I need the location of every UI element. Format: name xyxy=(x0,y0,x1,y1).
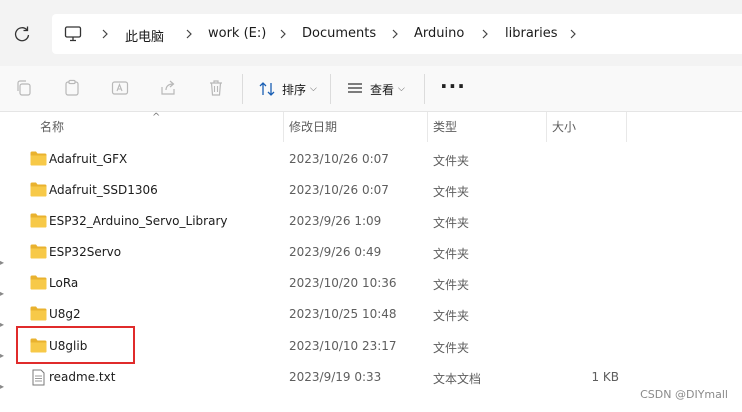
sort-button[interactable]: 排序 ⌵ xyxy=(258,78,317,100)
column-header-name[interactable]: 名称 xyxy=(40,112,64,142)
file-size: 1 KB xyxy=(591,370,619,384)
file-row[interactable]: Adafruit_GFX 2023/10/26 0:07 文件夹 xyxy=(22,144,742,175)
file-name: Adafruit_SSD1306 xyxy=(49,183,158,197)
sort-label: 排序 xyxy=(282,82,307,97)
breadcrumb-this-pc[interactable]: 此电脑 xyxy=(125,26,164,45)
file-modified-date: 2023/9/19 0:33 xyxy=(289,370,382,384)
file-name: ESP32_Arduino_Servo_Library xyxy=(49,214,228,228)
sort-ascending-icon: ^ xyxy=(152,112,161,123)
text-file-icon xyxy=(30,369,47,386)
folder-icon xyxy=(30,151,47,166)
column-divider[interactable] xyxy=(427,112,428,142)
folder-icon xyxy=(30,306,47,321)
toolbar-divider xyxy=(424,74,425,104)
nav-expand-icon[interactable]: ▸ xyxy=(0,289,6,298)
file-name: U8g2 xyxy=(49,307,81,321)
file-type: 文件夹 xyxy=(433,185,470,199)
chevron-down-icon: ⌵ xyxy=(310,84,317,94)
folder-icon xyxy=(30,213,47,228)
file-modified-date: 2023/10/26 0:07 xyxy=(289,152,389,166)
column-header: ^ 名称 修改日期 类型 大小 xyxy=(0,112,742,142)
view-label: 查看 xyxy=(370,82,395,97)
breadcrumb-arduino[interactable]: Arduino xyxy=(414,26,464,41)
chevron-down-icon: ⌵ xyxy=(398,84,405,94)
breadcrumb-chevron-icon[interactable] xyxy=(278,27,288,41)
watermark: CSDN @DIYmall xyxy=(640,388,728,401)
file-row[interactable]: ESP32Servo 2023/9/26 0:49 文件夹 xyxy=(22,237,742,268)
rename-icon[interactable] xyxy=(110,78,130,98)
breadcrumb-chevron-icon[interactable] xyxy=(100,27,110,41)
more-options-button[interactable]: ··· xyxy=(440,74,466,98)
file-row[interactable]: Adafruit_SSD1306 2023/10/26 0:07 文件夹 xyxy=(22,175,742,206)
file-row[interactable]: LoRa 2023/10/20 10:36 文件夹 xyxy=(22,268,742,299)
file-type: 文件夹 xyxy=(433,216,470,230)
breadcrumb-documents[interactable]: Documents xyxy=(302,26,376,41)
file-modified-date: 2023/10/25 10:48 xyxy=(289,307,397,321)
highlight-annotation-box xyxy=(16,326,135,364)
nav-expand-icon[interactable]: ▸ xyxy=(0,382,6,391)
file-modified-date: 2023/10/10 23:17 xyxy=(289,339,397,353)
view-list-icon xyxy=(348,83,362,93)
delete-icon[interactable] xyxy=(206,78,226,98)
nav-expand-icon[interactable]: ▸ xyxy=(0,258,6,267)
file-name: readme.txt xyxy=(49,370,116,384)
address-bar[interactable]: 此电脑 work (E:) Documents Arduino librarie… xyxy=(52,14,742,54)
file-type: 文本文档 xyxy=(433,372,482,386)
breadcrumb-chevron-icon[interactable] xyxy=(480,27,490,41)
column-header-size[interactable]: 大小 xyxy=(552,112,576,142)
share-icon[interactable] xyxy=(158,78,178,98)
file-row[interactable]: ESP32_Arduino_Servo_Library 2023/9/26 1:0… xyxy=(22,206,742,237)
view-button[interactable]: 查看 ⌵ xyxy=(346,78,405,100)
column-divider[interactable] xyxy=(283,112,284,142)
breadcrumb-chevron-icon[interactable] xyxy=(184,27,194,41)
this-pc-icon xyxy=(64,25,82,43)
folder-icon xyxy=(30,275,47,290)
file-name: LoRa xyxy=(49,276,79,290)
copy-icon[interactable] xyxy=(14,78,34,98)
breadcrumb-chevron-icon[interactable] xyxy=(390,27,400,41)
paste-icon[interactable] xyxy=(62,78,82,98)
file-type: 文件夹 xyxy=(433,278,470,292)
nav-expand-icon[interactable]: ▸ xyxy=(0,320,6,329)
file-type: 文件夹 xyxy=(433,154,470,168)
file-type: 文件夹 xyxy=(433,341,470,355)
breadcrumb-libraries[interactable]: libraries xyxy=(505,26,558,41)
folder-icon xyxy=(30,244,47,259)
column-divider[interactable] xyxy=(626,112,627,142)
column-header-modified[interactable]: 修改日期 xyxy=(289,112,337,142)
toolbar-divider xyxy=(330,74,331,104)
file-modified-date: 2023/10/26 0:07 xyxy=(289,183,389,197)
nav-expand-icon[interactable]: ▸ xyxy=(0,351,6,360)
command-bar: 排序 ⌵ 查看 ⌵ ··· xyxy=(0,66,742,112)
column-header-type[interactable]: 类型 xyxy=(433,112,457,142)
file-name: ESP32Servo xyxy=(49,245,122,259)
breadcrumb-chevron-icon[interactable] xyxy=(568,27,578,41)
refresh-icon[interactable] xyxy=(12,24,32,44)
file-name: Adafruit_GFX xyxy=(49,152,128,166)
file-type: 文件夹 xyxy=(433,309,470,323)
file-modified-date: 2023/9/26 0:49 xyxy=(289,245,382,259)
file-modified-date: 2023/9/26 1:09 xyxy=(289,214,382,228)
breadcrumb-work-drive[interactable]: work (E:) xyxy=(208,26,266,41)
folder-icon xyxy=(30,182,47,197)
file-type: 文件夹 xyxy=(433,247,470,261)
file-row[interactable]: readme.txt 2023/9/19 0:33 文本文档 1 KB xyxy=(22,362,742,393)
sort-icon xyxy=(259,82,275,96)
toolbar-divider xyxy=(242,74,243,104)
column-divider[interactable] xyxy=(546,112,547,142)
file-modified-date: 2023/10/20 10:36 xyxy=(289,276,397,290)
address-bar-row: 此电脑 work (E:) Documents Arduino librarie… xyxy=(0,0,742,66)
